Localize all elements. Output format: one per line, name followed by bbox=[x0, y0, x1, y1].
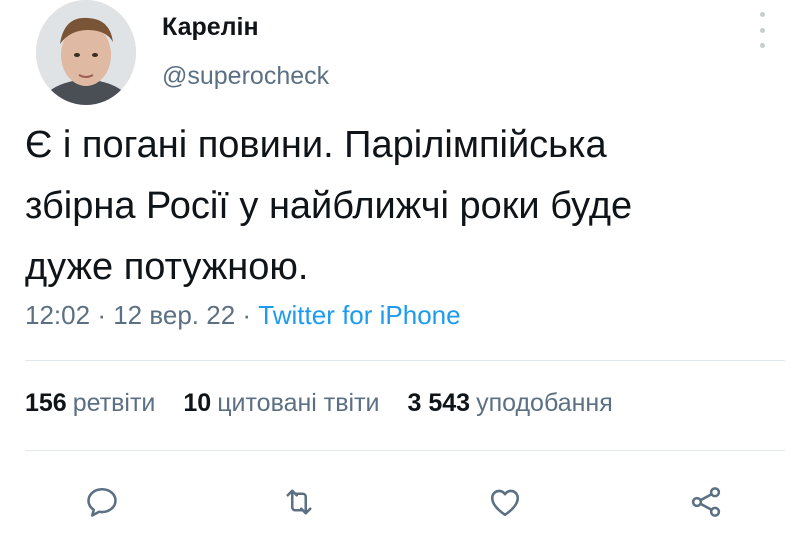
avatar[interactable] bbox=[36, 0, 136, 105]
retweets-stat[interactable]: 156 ретвіти bbox=[25, 389, 155, 418]
divider bbox=[25, 450, 785, 451]
author-handle[interactable]: @superocheck bbox=[162, 62, 329, 91]
tweet-text-line: Є і погані повини. Парілімпійська bbox=[25, 124, 607, 166]
share-icon bbox=[691, 487, 721, 517]
retweets-label: ретвіти bbox=[72, 389, 156, 417]
tweet-stats: 156 ретвіти 10 цитовані твіти 3 543 уподоба… bbox=[25, 389, 641, 418]
author-name[interactable]: Карелін bbox=[162, 13, 259, 42]
retweets-count: 156 bbox=[25, 389, 67, 417]
retweet-button[interactable] bbox=[277, 480, 321, 524]
tweet-text-line: дуже потужною. bbox=[25, 246, 309, 288]
tweet-time[interactable]: 12:02 bbox=[25, 300, 90, 330]
tweet-date[interactable]: 12 вер. 22 bbox=[113, 300, 235, 330]
like-button[interactable] bbox=[483, 480, 527, 524]
heart-icon bbox=[490, 489, 520, 517]
reply-button[interactable] bbox=[80, 480, 124, 524]
avatar-image bbox=[36, 0, 136, 105]
likes-stat[interactable]: 3 543 уподобання bbox=[408, 389, 613, 418]
meta-separator: · bbox=[97, 300, 114, 330]
quotes-count: 10 bbox=[183, 389, 212, 417]
more-dot bbox=[759, 12, 765, 17]
likes-label: уподобання bbox=[476, 389, 613, 417]
tweet-card: Карелін @superocheck Є і погані повини. … bbox=[0, 0, 796, 540]
more-dot bbox=[759, 27, 765, 33]
tweet-meta: 12:02 · 12 вер. 22 · Twitter for iPhone bbox=[25, 300, 461, 331]
meta-separator: · bbox=[242, 300, 259, 330]
tweet-text: Є і погані повини. Парілімпійська збірна… bbox=[25, 115, 785, 298]
quotes-stat[interactable]: 10 цитовані твіти bbox=[183, 389, 379, 418]
likes-count: 3 543 bbox=[407, 389, 471, 417]
divider bbox=[25, 360, 785, 361]
tweet-text-line: збірна Росії у найближчі роки буде bbox=[25, 185, 633, 227]
more-icon[interactable] bbox=[752, 12, 772, 48]
tweet-source-link[interactable]: Twitter for iPhone bbox=[258, 300, 460, 330]
reply-icon bbox=[87, 487, 117, 517]
more-dot bbox=[759, 43, 765, 48]
retweet-icon bbox=[286, 489, 312, 515]
share-button[interactable] bbox=[684, 480, 728, 524]
action-bar bbox=[0, 480, 796, 524]
quotes-label: цитовані твіти bbox=[217, 389, 380, 417]
